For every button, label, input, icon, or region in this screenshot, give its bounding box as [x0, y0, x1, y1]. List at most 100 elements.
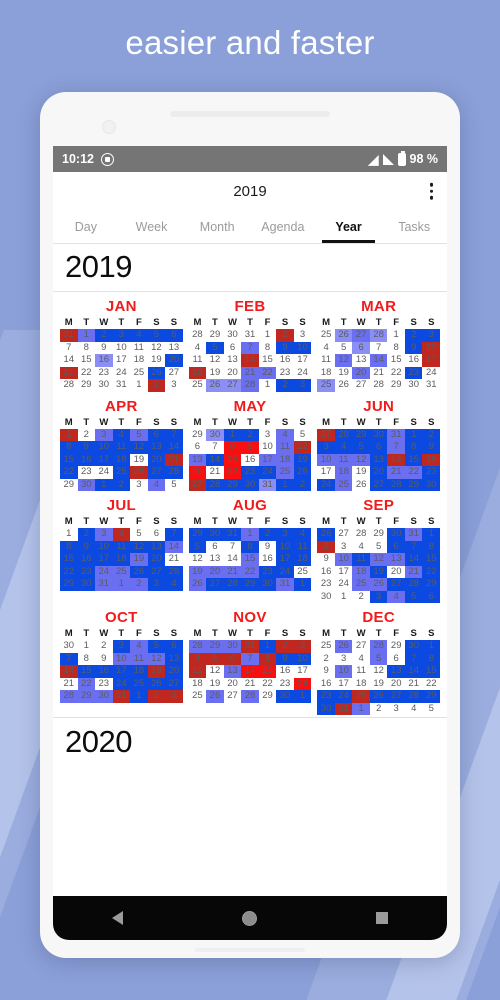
- day-cell[interactable]: 1: [241, 528, 259, 541]
- day-cell[interactable]: 29: [352, 428, 370, 441]
- day-cell[interactable]: 11: [130, 652, 148, 665]
- month-jul[interactable]: JUL M T W T F S S 1 2 3 4 5 6 7 8 9 10 11 12 13 14 15 16 17 18 19 2…: [57, 493, 186, 605]
- day-cell[interactable]: 22: [258, 366, 277, 379]
- day-cell[interactable]: 20: [147, 453, 166, 466]
- day-cell[interactable]: 4: [188, 652, 207, 665]
- day-cell[interactable]: 1: [258, 640, 277, 653]
- day-cell[interactable]: 1: [130, 379, 148, 392]
- day-cell[interactable]: 16: [276, 665, 294, 678]
- day-cell[interactable]: 6: [165, 329, 183, 342]
- day-cell[interactable]: 6: [224, 342, 242, 355]
- day-cell[interactable]: 9: [241, 441, 259, 454]
- day-cell[interactable]: 11: [334, 453, 353, 466]
- day-cell[interactable]: 18: [189, 678, 207, 691]
- day-cell[interactable]: 17: [335, 566, 353, 579]
- day-cell[interactable]: 30: [317, 702, 335, 715]
- day-cell[interactable]: 8: [77, 652, 96, 665]
- month-may[interactable]: MAY M T W T F S S 29 30 1 2 3 4 5 6 7 8 9 10 11 12 13 14 15 16 17 1…: [186, 394, 315, 494]
- day-cell[interactable]: 27: [188, 478, 207, 491]
- day-cell[interactable]: 17: [317, 466, 335, 479]
- day-cell[interactable]: 4: [317, 342, 335, 355]
- day-cell[interactable]: 24: [335, 578, 353, 591]
- day-cell[interactable]: 4: [189, 342, 207, 355]
- day-cell[interactable]: 22: [422, 565, 440, 578]
- day-cell[interactable]: 12: [147, 652, 166, 665]
- day-cell[interactable]: 21: [404, 565, 423, 578]
- day-cell[interactable]: 31: [276, 578, 294, 591]
- day-cell[interactable]: 19: [370, 678, 388, 691]
- day-cell[interactable]: 12: [148, 342, 166, 355]
- tab-day[interactable]: Day: [53, 210, 119, 243]
- day-cell[interactable]: 5: [335, 342, 353, 355]
- day-cell[interactable]: 2: [404, 329, 423, 342]
- day-cell[interactable]: 13: [369, 453, 388, 466]
- day-cell[interactable]: 1: [77, 329, 96, 342]
- day-cell[interactable]: 12: [206, 665, 224, 678]
- day-cell[interactable]: 29: [404, 478, 423, 491]
- day-cell[interactable]: 30: [224, 329, 242, 342]
- day-cell[interactable]: 1: [293, 690, 312, 703]
- day-cell[interactable]: 6: [148, 528, 166, 541]
- day-cell[interactable]: 2: [317, 540, 335, 553]
- day-cell[interactable]: 31: [241, 329, 259, 342]
- day-cell[interactable]: 14: [60, 354, 78, 367]
- day-cell[interactable]: 29: [60, 578, 78, 591]
- day-cell[interactable]: 10: [334, 553, 353, 566]
- day-cell[interactable]: 21: [60, 677, 78, 690]
- day-cell[interactable]: 10: [95, 441, 113, 454]
- day-cell[interactable]: 30: [95, 690, 113, 703]
- month-oct[interactable]: OCT M T W T F S S 30 1 2 3 4 5 6 7 8 9 10 11 12 13 14 15 16 17 18 1…: [57, 605, 186, 717]
- day-cell[interactable]: 8: [422, 652, 440, 665]
- day-cell[interactable]: 4: [147, 478, 166, 491]
- day-cell[interactable]: 26: [334, 640, 353, 653]
- day-cell[interactable]: 1: [335, 591, 353, 604]
- day-cell[interactable]: 29: [77, 690, 96, 703]
- day-cell[interactable]: 19: [293, 453, 312, 466]
- day-cell[interactable]: 1: [387, 329, 405, 342]
- day-cell[interactable]: 5: [206, 341, 224, 354]
- day-cell[interactable]: 17: [294, 665, 312, 678]
- day-cell[interactable]: 7: [165, 528, 183, 541]
- day-cell[interactable]: 5: [130, 428, 148, 441]
- day-cell[interactable]: 16: [317, 678, 335, 691]
- day-cell[interactable]: 4: [352, 541, 370, 554]
- day-cell[interactable]: 26: [147, 366, 166, 379]
- day-cell[interactable]: 28: [352, 528, 370, 541]
- day-cell[interactable]: 13: [223, 665, 242, 678]
- day-cell[interactable]: 14: [404, 553, 423, 566]
- day-cell[interactable]: 9: [276, 652, 294, 665]
- day-cell[interactable]: 18: [188, 366, 207, 379]
- day-cell[interactable]: 13: [147, 441, 166, 454]
- day-cell[interactable]: 15: [223, 453, 242, 466]
- day-cell[interactable]: 5: [165, 479, 183, 492]
- day-cell[interactable]: 13: [206, 553, 224, 566]
- day-cell[interactable]: 19: [335, 367, 353, 380]
- day-cell[interactable]: 26: [369, 690, 388, 703]
- day-cell[interactable]: 28: [60, 690, 78, 703]
- day-cell[interactable]: 5: [188, 540, 207, 553]
- day-cell[interactable]: 30: [241, 478, 259, 491]
- day-cell[interactable]: 23: [241, 466, 259, 479]
- day-cell[interactable]: 18: [352, 678, 370, 691]
- day-cell[interactable]: 15: [422, 665, 440, 678]
- day-cell[interactable]: 24: [95, 466, 113, 479]
- tab-agenda[interactable]: Agenda: [250, 210, 316, 243]
- day-cell[interactable]: 2: [276, 640, 294, 653]
- day-cell[interactable]: 15: [78, 354, 96, 367]
- day-cell[interactable]: 17: [335, 678, 353, 691]
- day-cell[interactable]: 16: [95, 354, 113, 367]
- day-cell[interactable]: 25: [334, 478, 353, 491]
- day-cell[interactable]: 29: [370, 528, 388, 541]
- day-cell[interactable]: 3: [422, 329, 440, 342]
- day-cell[interactable]: 29: [223, 478, 242, 491]
- day-cell[interactable]: 18: [317, 367, 335, 380]
- day-cell[interactable]: 21: [223, 565, 242, 578]
- day-cell[interactable]: 1: [352, 702, 370, 715]
- day-cell[interactable]: 16: [258, 553, 277, 566]
- day-cell[interactable]: 23: [77, 565, 96, 578]
- day-cell[interactable]: 27: [335, 528, 353, 541]
- day-cell[interactable]: 30: [405, 379, 423, 392]
- day-cell[interactable]: 31: [387, 428, 405, 441]
- day-cell[interactable]: 26: [369, 578, 388, 591]
- day-cell[interactable]: 2: [147, 379, 166, 392]
